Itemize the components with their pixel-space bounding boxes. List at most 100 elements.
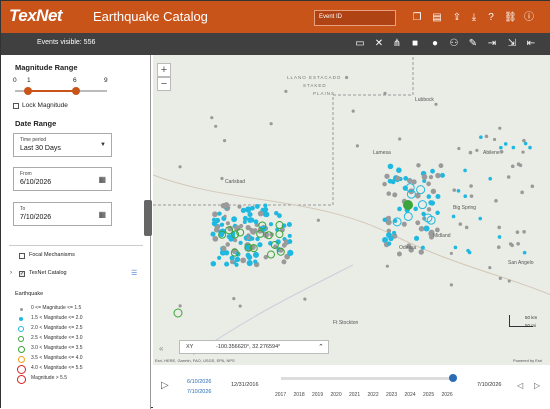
earthquake-marker[interactable]: [415, 220, 421, 226]
earthquake-marker[interactable]: [214, 124, 218, 128]
earthquake-marker[interactable]: [452, 188, 457, 192]
earthquake-marker[interactable]: [467, 250, 472, 255]
earthquake-marker[interactable]: [287, 239, 293, 244]
zoom-in-button[interactable]: +: [157, 63, 171, 77]
earthquake-marker[interactable]: [355, 144, 359, 148]
earthquake-marker[interactable]: [257, 210, 264, 217]
earthquake-marker[interactable]: [254, 204, 260, 209]
earthquake-marker[interactable]: [423, 225, 430, 232]
panel-collapse-handle[interactable]: [144, 200, 152, 236]
earthquake-marker[interactable]: [453, 245, 458, 250]
earthquake-marker[interactable]: [351, 109, 355, 113]
earthquake-marker[interactable]: [210, 260, 217, 267]
earthquake-marker[interactable]: [225, 242, 230, 247]
earthquake-marker[interactable]: [475, 148, 479, 152]
earthquake-marker[interactable]: [242, 220, 247, 225]
earthquake-marker[interactable]: [464, 225, 469, 230]
list-icon[interactable]: ☰: [131, 269, 137, 277]
earthquake-marker[interactable]: [458, 222, 463, 226]
earthquake-marker[interactable]: [440, 172, 445, 178]
earthquake-marker[interactable]: [449, 283, 453, 287]
close-icon[interactable]: ✕: [373, 38, 385, 50]
earthquake-marker[interactable]: [212, 211, 218, 218]
earthquake-marker[interactable]: [234, 256, 241, 263]
focal-checkbox[interactable]: [19, 253, 25, 259]
earthquake-marker[interactable]: [210, 231, 216, 237]
square-select-icon[interactable]: ■: [409, 38, 421, 50]
earthquake-marker[interactable]: [387, 163, 394, 170]
earthquake-marker[interactable]: [478, 216, 483, 221]
earthquake-marker[interactable]: [178, 165, 182, 169]
earthquake-marker[interactable]: [434, 227, 440, 233]
next-step-icon[interactable]: ▷: [534, 381, 540, 390]
earthquake-marker[interactable]: [522, 230, 526, 234]
earthquake-marker[interactable]: [451, 214, 456, 219]
earthquake-marker[interactable]: [250, 228, 257, 235]
earthquake-marker[interactable]: [396, 167, 402, 173]
layers-icon[interactable]: ❐: [411, 12, 423, 24]
earthquake-marker[interactable]: [390, 179, 396, 185]
earthquake-marker[interactable]: [469, 194, 474, 198]
earthquake-marker[interactable]: [287, 233, 292, 238]
earthquake-marker[interactable]: [210, 116, 214, 120]
earthquake-marker[interactable]: [407, 178, 413, 184]
earthquake-marker[interactable]: [413, 206, 418, 212]
earthquake-marker[interactable]: [222, 139, 227, 143]
map-canvas[interactable]: LLANO ESTACADO STAKED PLAINS Lubbock Mid…: [153, 55, 550, 365]
earthquake-marker[interactable]: [386, 191, 392, 196]
to-date-field[interactable]: To 7/10/2026 ▦: [13, 202, 112, 226]
earthquake-marker[interactable]: [225, 221, 230, 226]
login-icon[interactable]: ⇲: [506, 38, 518, 50]
earthquake-marker[interactable]: [386, 241, 392, 246]
earthquake-marker[interactable]: [237, 204, 242, 209]
expand-chevron-icon[interactable]: ›: [10, 270, 12, 276]
link-icon[interactable]: ⛓: [504, 12, 517, 24]
earthquake-marker[interactable]: [420, 245, 425, 250]
earthquake-marker[interactable]: [463, 168, 467, 173]
earthquake-marker[interactable]: [516, 162, 521, 167]
earthquake-marker[interactable]: [479, 135, 483, 139]
earthquake-marker[interactable]: [401, 221, 407, 227]
earthquake-marker[interactable]: [245, 224, 251, 231]
magnitude-min-handle[interactable]: [24, 87, 32, 95]
earthquake-marker[interactable]: [457, 146, 461, 151]
earthquake-marker[interactable]: [434, 102, 438, 106]
earthquake-marker[interactable]: [219, 222, 225, 227]
coordinate-bar[interactable]: XY -100.356620°, 32.276594° ⌃: [179, 340, 329, 354]
earthquake-marker[interactable]: [421, 174, 428, 180]
earthquake-marker[interactable]: [268, 222, 274, 227]
earthquake-marker[interactable]: [429, 200, 436, 206]
info-icon[interactable]: ⓘ: [523, 12, 535, 24]
earthquake-marker[interactable]: [463, 194, 468, 198]
earthquake-marker[interactable]: [217, 255, 222, 260]
earthquake-marker[interactable]: [238, 240, 243, 245]
earthquake-marker[interactable]: [224, 261, 230, 267]
earthquake-marker[interactable]: [530, 184, 535, 189]
earthquake-marker[interactable]: [497, 225, 502, 230]
earthquake-marker[interactable]: [220, 202, 227, 209]
earthquake-marker[interactable]: [223, 250, 230, 256]
earthquake-marker[interactable]: [281, 259, 287, 265]
earthquake-marker[interactable]: [269, 122, 273, 126]
earthquake-marker[interactable]: [281, 242, 287, 248]
earthquake-marker[interactable]: [428, 174, 434, 180]
magnitude-max-handle[interactable]: [72, 87, 80, 95]
timeline-track[interactable]: [281, 377, 457, 380]
collapse-icon[interactable]: ⇤: [525, 38, 537, 50]
earthquake-marker[interactable]: [386, 232, 392, 239]
earthquake-marker[interactable]: [392, 192, 398, 198]
earthquake-marker[interactable]: [413, 235, 420, 241]
earthquake-marker[interactable]: [469, 184, 473, 188]
upload-icon[interactable]: ⇪: [451, 12, 463, 24]
earthquake-marker[interactable]: [528, 145, 532, 150]
time-period-select[interactable]: Time period Last 30 Days ▼: [13, 133, 112, 157]
lock-magnitude-checkbox[interactable]: [13, 103, 19, 109]
earthquake-marker[interactable]: [396, 251, 402, 257]
earthquake-marker[interactable]: [494, 199, 498, 203]
zoom-out-button[interactable]: −: [157, 77, 171, 91]
earthquake-marker[interactable]: [263, 203, 268, 208]
earthquake-marker[interactable]: [232, 297, 236, 301]
prev-step-icon[interactable]: ◁: [517, 381, 523, 390]
earthquake-marker[interactable]: [395, 175, 401, 181]
earthquake-marker[interactable]: [492, 137, 497, 142]
